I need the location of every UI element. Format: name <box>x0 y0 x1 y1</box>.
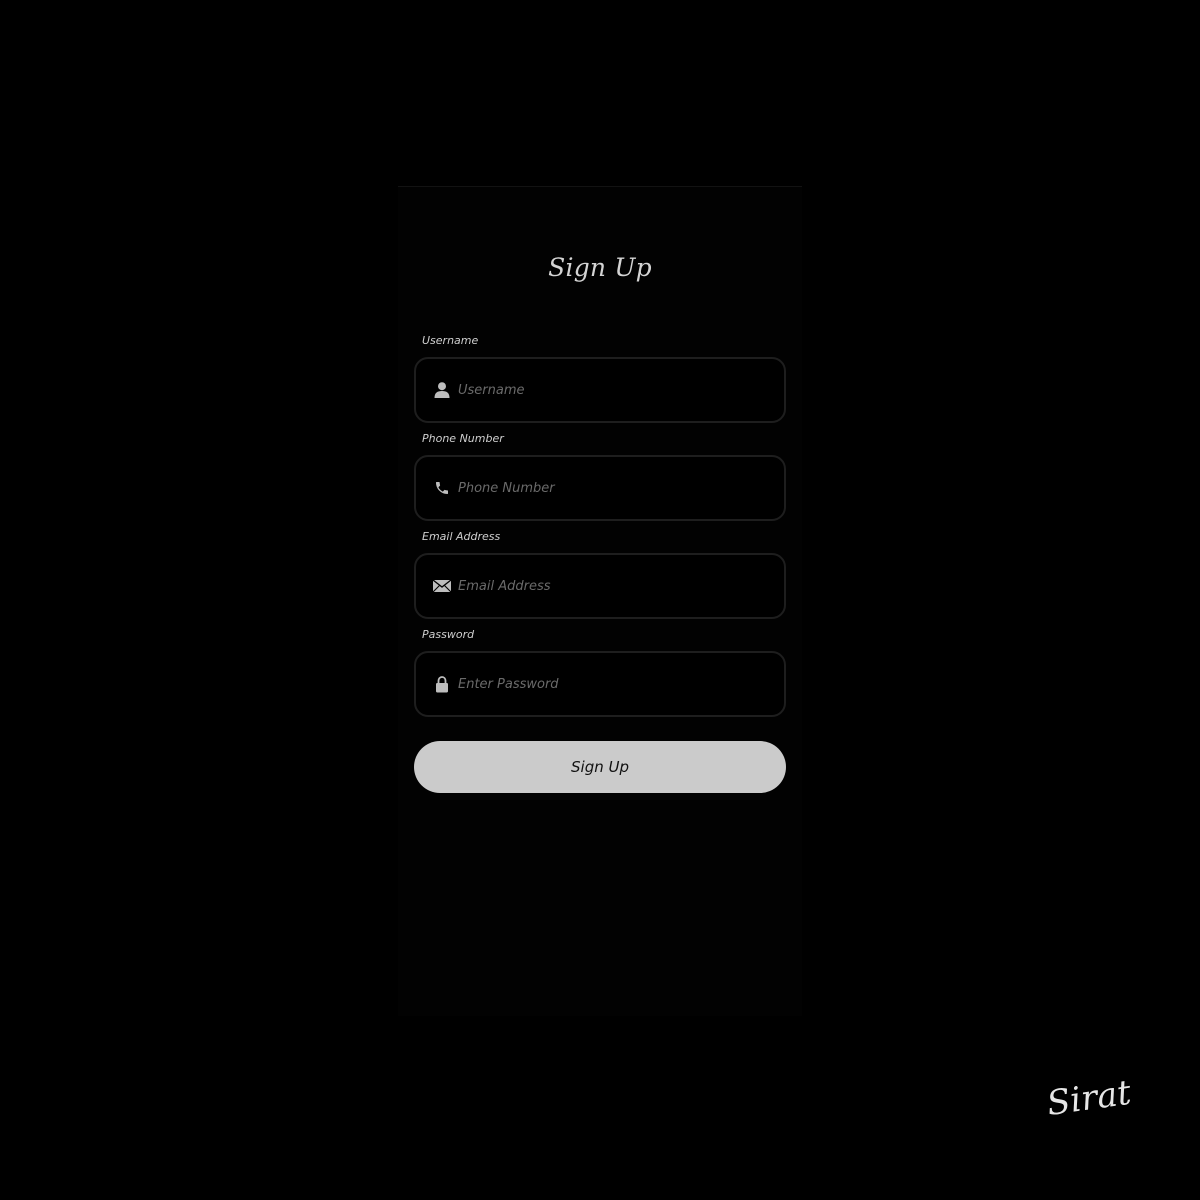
email-input[interactable] <box>458 566 784 606</box>
email-label: Email Address <box>422 530 501 543</box>
username-label: Username <box>422 334 479 347</box>
phone-label: Phone Number <box>422 432 504 445</box>
phone-field[interactable] <box>414 455 786 521</box>
user-icon <box>432 380 452 400</box>
email-field[interactable] <box>414 553 786 619</box>
username-field[interactable] <box>414 357 786 423</box>
phone-icon <box>432 478 452 498</box>
password-input[interactable] <box>458 664 784 704</box>
username-input[interactable] <box>458 370 784 410</box>
signup-card: Sign Up Username Phone Number Email Add <box>398 186 802 1016</box>
password-field[interactable] <box>414 651 786 717</box>
signature-logo: Sirat <box>1044 1072 1134 1124</box>
phone-input[interactable] <box>458 468 784 508</box>
lock-icon <box>432 674 452 694</box>
sign-up-button[interactable]: Sign Up <box>414 741 786 793</box>
password-label: Password <box>422 628 475 641</box>
envelope-icon <box>432 576 452 596</box>
page-title: Sign Up <box>548 253 652 282</box>
page: Sign Up Username Phone Number Email Add <box>0 0 1200 1200</box>
